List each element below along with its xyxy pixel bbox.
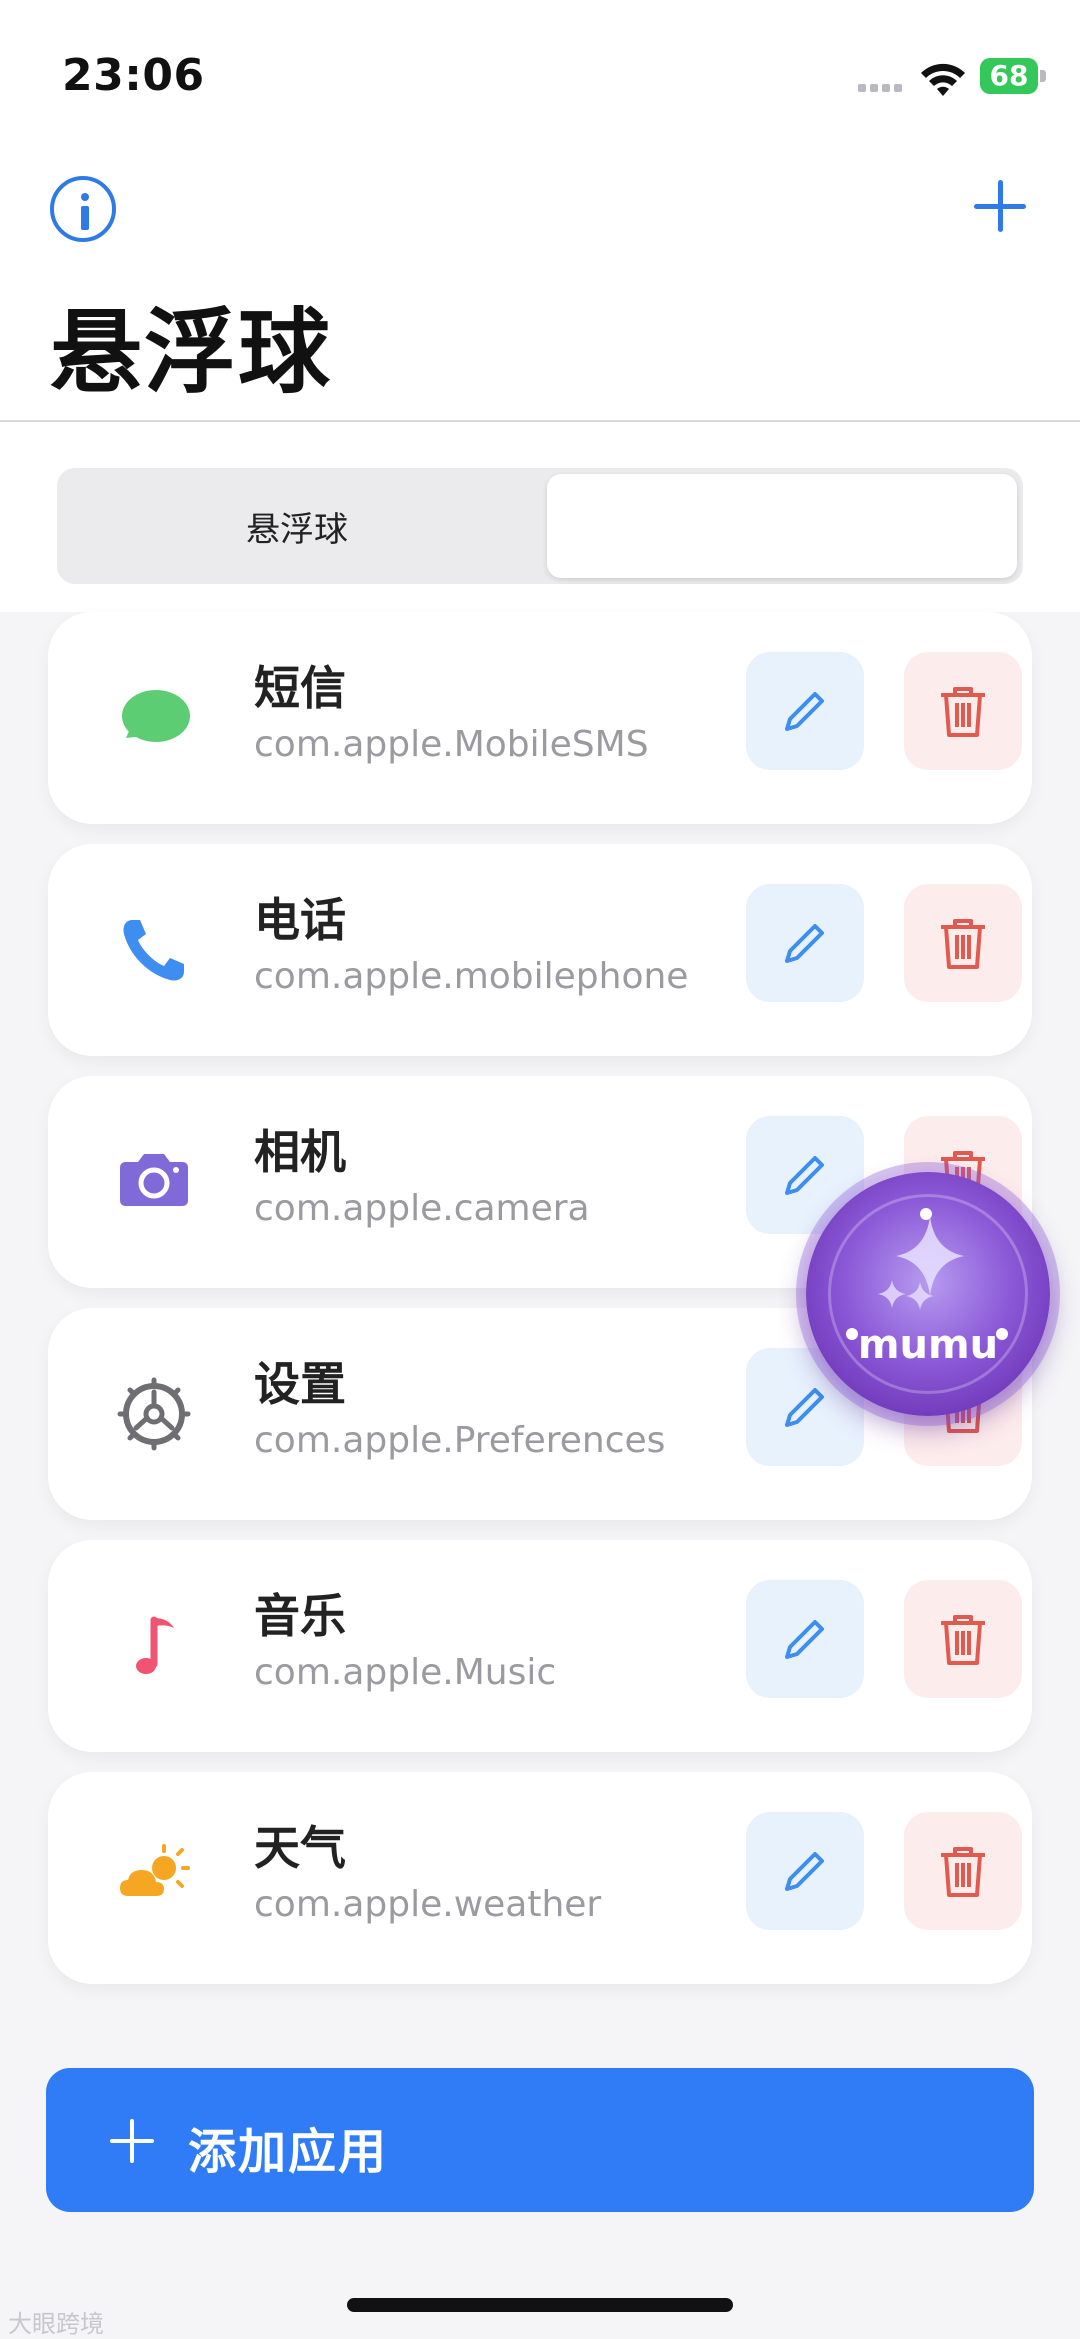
- music-note-icon: [136, 1616, 174, 1674]
- page-title: 悬浮球: [50, 299, 333, 406]
- segmented-control: 悬浮球: [57, 468, 1023, 584]
- trash-icon: [941, 1847, 985, 1897]
- app-bundle-id: com.apple.Music: [254, 1652, 557, 1693]
- floating-ball[interactable]: mumu: [806, 1172, 1050, 1416]
- pencil-icon: [785, 1852, 824, 1891]
- edit-button[interactable]: [746, 652, 864, 770]
- wifi-icon: [921, 63, 965, 96]
- edit-button[interactable]: [746, 1812, 864, 1930]
- app-bundle-id: com.apple.camera: [254, 1188, 590, 1229]
- list-item[interactable]: 音乐 com.apple.Music: [48, 1540, 1032, 1752]
- list-item[interactable]: 电话 com.apple.mobilephone: [48, 844, 1032, 1056]
- pencil-icon: [785, 1620, 824, 1659]
- delete-button[interactable]: [904, 652, 1022, 770]
- status-bar: 23:06 68: [0, 0, 1080, 150]
- battery-icon: 68: [980, 58, 1050, 96]
- app-bundle-id: com.apple.mobilephone: [254, 956, 689, 997]
- delete-button[interactable]: [904, 884, 1022, 1002]
- settings-gear-icon: [117, 1377, 191, 1451]
- floating-ball-label: mumu: [857, 1322, 999, 1368]
- segment-selected[interactable]: [547, 474, 1017, 578]
- camera-icon: [120, 1154, 188, 1206]
- message-bubble-icon: [122, 690, 190, 742]
- edit-button[interactable]: [746, 884, 864, 1002]
- delete-button[interactable]: [904, 1812, 1022, 1930]
- trash-icon: [941, 919, 985, 969]
- status-time: 23:06: [62, 50, 205, 101]
- plus-icon: [110, 2119, 154, 2163]
- app-name: 设置: [254, 1357, 346, 1411]
- weather-icon: [120, 1844, 190, 1896]
- pencil-icon: [785, 1388, 824, 1427]
- add-icon[interactable]: [970, 176, 1030, 236]
- app-name: 相机: [254, 1125, 346, 1179]
- app-bundle-id: com.apple.MobileSMS: [254, 724, 649, 765]
- app-name: 短信: [254, 661, 346, 715]
- list-item[interactable]: 天气 com.apple.weather: [48, 1772, 1032, 1984]
- list-item[interactable]: 短信 com.apple.MobileSMS: [48, 612, 1032, 824]
- segment-floating-ball[interactable]: 悬浮球: [57, 468, 537, 584]
- pencil-icon: [785, 1156, 824, 1195]
- watermark: 大眼跨境: [8, 2310, 104, 2338]
- cellular-signal-icon: [858, 84, 908, 94]
- add-app-button[interactable]: 添加应用: [46, 2068, 1034, 2212]
- app-name: 天气: [254, 1821, 346, 1875]
- app-name: 音乐: [254, 1589, 346, 1643]
- pencil-icon: [785, 692, 824, 731]
- app-bundle-id: com.apple.weather: [254, 1884, 602, 1925]
- app-name: 电话: [254, 893, 346, 947]
- add-app-label: 添加应用: [188, 2124, 389, 2180]
- info-icon[interactable]: [50, 176, 116, 242]
- edit-button[interactable]: [746, 1580, 864, 1698]
- trash-icon: [941, 687, 985, 737]
- delete-button[interactable]: [904, 1580, 1022, 1698]
- pencil-icon: [785, 924, 824, 963]
- trash-icon: [941, 1615, 985, 1665]
- phone-icon: [123, 920, 184, 981]
- home-indicator[interactable]: [347, 2298, 733, 2312]
- sparkle-icon: [878, 1216, 964, 1310]
- battery-level: 68: [989, 59, 1029, 92]
- app-bundle-id: com.apple.Preferences: [254, 1420, 666, 1461]
